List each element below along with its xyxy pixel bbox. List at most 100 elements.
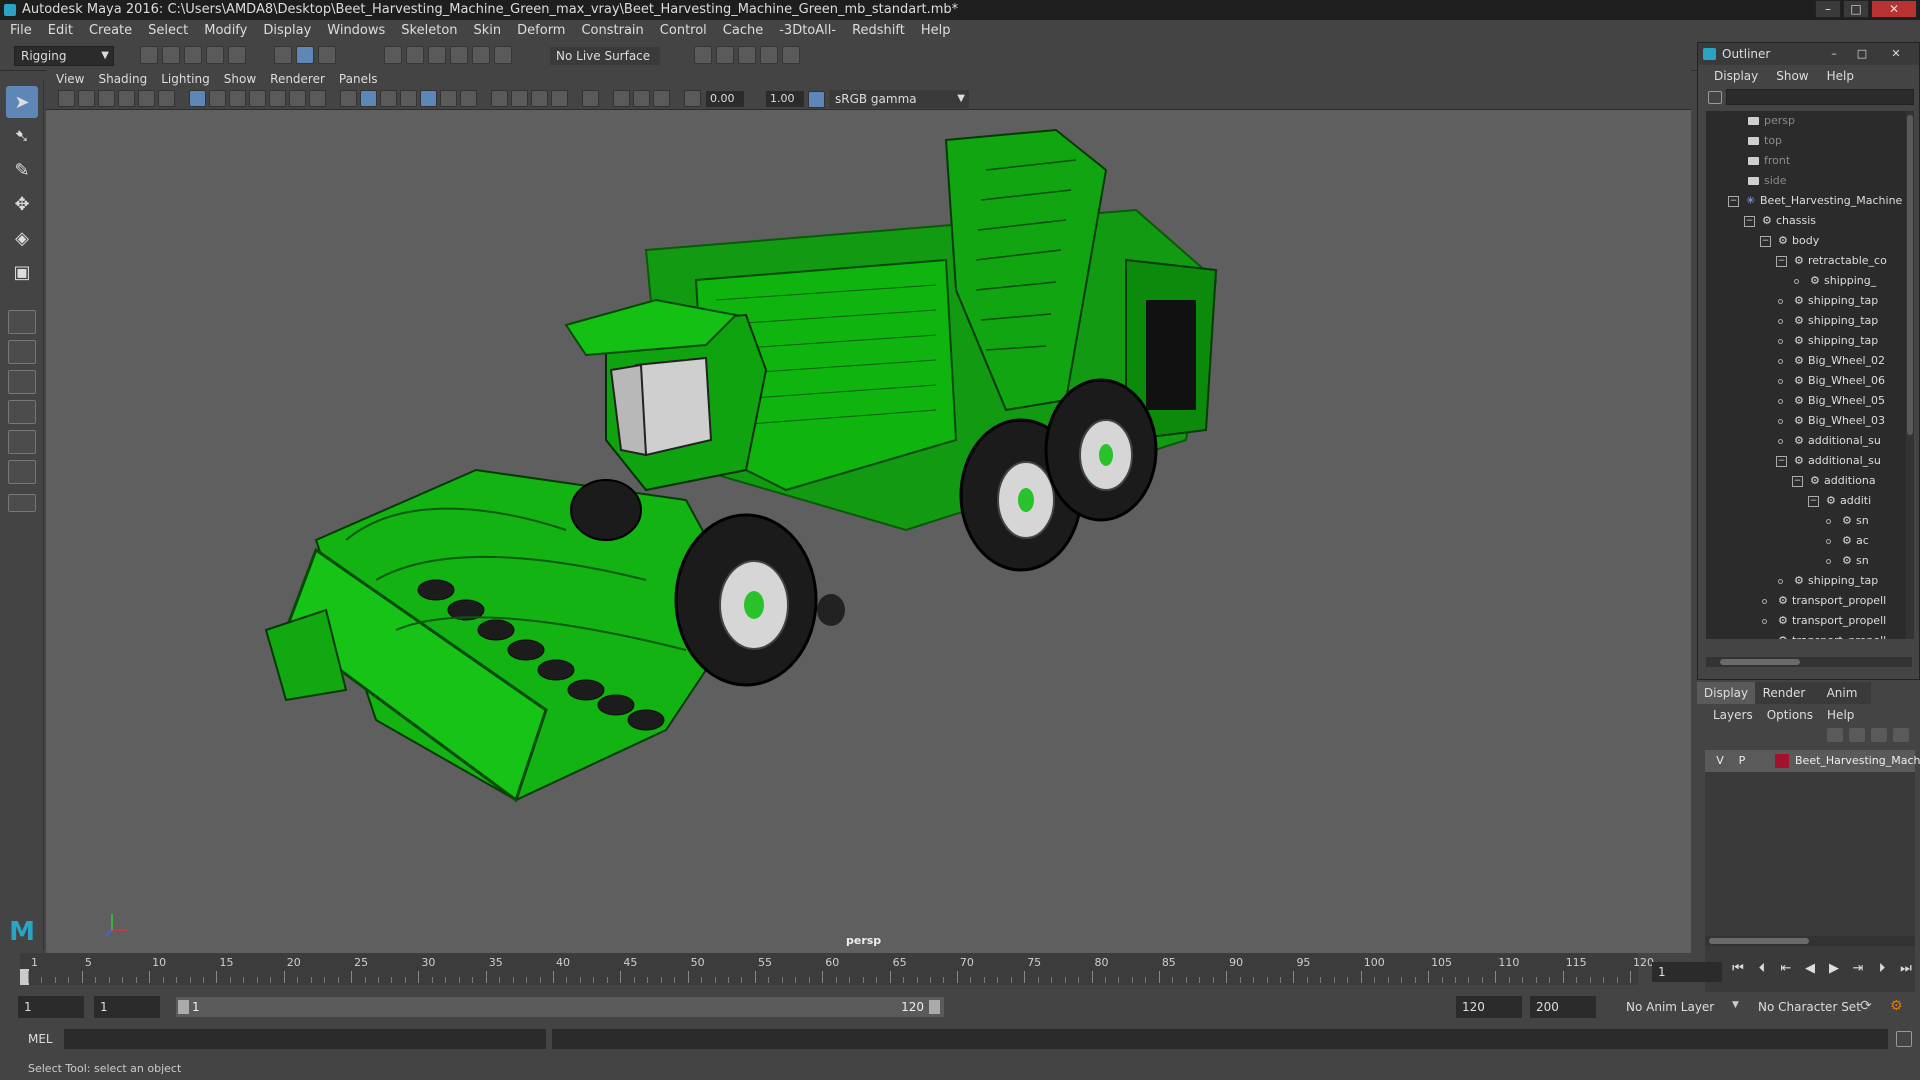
- tab-display[interactable]: Display: [1697, 682, 1755, 704]
- tree-row[interactable]: front: [1706, 151, 1912, 171]
- step-forward-frame-icon[interactable]: ⏵: [1874, 960, 1890, 978]
- vp-menu-panels[interactable]: Panels: [339, 70, 378, 88]
- tree-row[interactable]: − ⚙ additi: [1706, 491, 1912, 511]
- go-to-end-icon[interactable]: ⏭: [1898, 960, 1914, 978]
- vp-menu-renderer[interactable]: Renderer: [270, 70, 325, 88]
- scale-tool-icon[interactable]: ▣: [6, 256, 38, 288]
- tab-render[interactable]: Render: [1755, 682, 1813, 704]
- layer-row[interactable]: V P Beet_Harvesting_Mach: [1705, 750, 1920, 772]
- tree-row[interactable]: ⚙ sn: [1706, 511, 1912, 531]
- snap-view-icon[interactable]: [450, 46, 468, 64]
- menu-skin[interactable]: Skin: [474, 23, 502, 38]
- outliner-vertical-scrollbar[interactable]: [1906, 111, 1914, 639]
- scene-render[interactable]: [46, 110, 1691, 953]
- maximize-button[interactable]: □: [1843, 0, 1869, 18]
- motion-blur-icon[interactable]: [511, 90, 528, 107]
- command-input[interactable]: [64, 1029, 546, 1049]
- textured-icon[interactable]: [420, 90, 437, 107]
- menu-select[interactable]: Select: [148, 23, 188, 38]
- menu-display[interactable]: Display: [263, 23, 311, 38]
- tree-row[interactable]: ⚙ additional_su: [1706, 431, 1912, 451]
- layer-color-swatch[interactable]: [1775, 754, 1789, 768]
- step-back-frame-icon[interactable]: ⏴: [1754, 960, 1770, 978]
- camera-attributes-icon[interactable]: [78, 90, 95, 107]
- tree-row[interactable]: ⚙ shipping_tap: [1706, 311, 1912, 331]
- ol-menu-display[interactable]: Display: [1714, 67, 1758, 85]
- hypershade-icon[interactable]: [782, 46, 800, 64]
- menu-create[interactable]: Create: [89, 23, 132, 38]
- xray-components-icon[interactable]: [653, 90, 670, 107]
- step-forward-key-icon[interactable]: ⇥: [1850, 960, 1866, 978]
- collapse-toggle-icon[interactable]: −: [1776, 256, 1787, 267]
- time-slider[interactable]: 1 5 10 15 20 25 30 35 40 45 50 55 60 65 70 75 80 85 90 95 10…: [20, 953, 1654, 985]
- hypershade-layout-icon[interactable]: [8, 430, 36, 454]
- scrollbar-thumb[interactable]: [1907, 115, 1913, 435]
- snap-surface-icon[interactable]: [472, 46, 490, 64]
- single-perspective-layout-icon[interactable]: [8, 310, 36, 334]
- view-transform-select[interactable]: sRGB gamma ▼: [829, 90, 969, 108]
- exposure-field[interactable]: 0.00: [706, 91, 744, 107]
- collapse-toggle-icon[interactable]: −: [1808, 496, 1819, 507]
- ipr-render-icon[interactable]: [738, 46, 756, 64]
- chevron-down-icon[interactable]: ▼: [1732, 1000, 1739, 1010]
- tree-row[interactable]: side: [1706, 171, 1912, 191]
- current-frame-input[interactable]: 1: [1652, 962, 1722, 982]
- outliner-minimize-button[interactable]: –: [1824, 46, 1844, 62]
- move-layer-down-icon[interactable]: [1849, 728, 1865, 742]
- menu-windows[interactable]: Windows: [327, 23, 385, 38]
- xray-icon[interactable]: [613, 90, 630, 107]
- tree-row[interactable]: ⚙ shipping_: [1706, 271, 1912, 291]
- tree-row[interactable]: persp: [1706, 111, 1912, 131]
- new-layer-selected-icon[interactable]: [1893, 728, 1909, 742]
- preferences-icon[interactable]: ⚙: [1890, 998, 1903, 1014]
- rotate-tool-icon[interactable]: ◈: [6, 222, 38, 254]
- tree-row[interactable]: − ⚙ chassis: [1706, 211, 1912, 231]
- gamma-field[interactable]: 1.00: [766, 91, 804, 107]
- collapse-toggle-icon[interactable]: −: [1776, 456, 1787, 467]
- playback-start-field[interactable]: 1: [94, 996, 160, 1018]
- vp-menu-shading[interactable]: Shading: [98, 70, 147, 88]
- resolution-gate-icon[interactable]: [229, 90, 246, 107]
- auto-key-icon[interactable]: ⟳: [1860, 998, 1872, 1014]
- collapse-toggle-icon[interactable]: −: [1728, 196, 1739, 207]
- filter-icon[interactable]: [1708, 91, 1722, 104]
- vp-menu-view[interactable]: View: [56, 70, 84, 88]
- 2d-pan-zoom-icon[interactable]: [138, 90, 155, 107]
- redo-icon[interactable]: [228, 46, 246, 64]
- film-gate-icon[interactable]: [209, 90, 226, 107]
- persp-graph-hypergraph-layout-icon[interactable]: [8, 460, 36, 484]
- isolate-select-icon[interactable]: [582, 90, 599, 107]
- gate-mask-icon[interactable]: [249, 90, 266, 107]
- select-component-icon[interactable]: [318, 46, 336, 64]
- depth-of-field-icon[interactable]: [551, 90, 568, 107]
- tree-row[interactable]: − ⚙ body: [1706, 231, 1912, 251]
- lasso-tool-icon[interactable]: ➷: [6, 120, 38, 152]
- outliner-horizontal-scrollbar[interactable]: [1706, 657, 1912, 667]
- new-layer-icon[interactable]: [1871, 728, 1887, 742]
- tab-anim[interactable]: Anim: [1813, 682, 1871, 704]
- menu-modify[interactable]: Modify: [204, 23, 247, 38]
- exposure-icon[interactable]: [684, 90, 701, 107]
- field-chart-icon[interactable]: [269, 90, 286, 107]
- script-editor-icon[interactable]: [1896, 1031, 1912, 1047]
- four-view-layout-icon[interactable]: [8, 340, 36, 364]
- ambient-occlusion-icon[interactable]: [491, 90, 508, 107]
- tree-row[interactable]: ⚙ shipping_tap: [1706, 291, 1912, 311]
- custom-layout-icon[interactable]: [8, 494, 36, 512]
- vp-menu-show[interactable]: Show: [224, 70, 256, 88]
- collapse-toggle-icon[interactable]: −: [1792, 476, 1803, 487]
- tree-row[interactable]: − ⚙ retractable_co: [1706, 251, 1912, 271]
- close-button[interactable]: ✕: [1871, 0, 1917, 18]
- anti-aliasing-icon[interactable]: [531, 90, 548, 107]
- shadows-icon[interactable]: [460, 90, 477, 107]
- tree-row[interactable]: top: [1706, 131, 1912, 151]
- collapse-toggle-icon[interactable]: −: [1760, 236, 1771, 247]
- snap-curve-icon[interactable]: [406, 46, 424, 64]
- menu-deform[interactable]: Deform: [517, 23, 565, 38]
- menu-skeleton[interactable]: Skeleton: [401, 23, 457, 38]
- snap-point-icon[interactable]: [428, 46, 446, 64]
- outliner-search-input[interactable]: [1726, 89, 1914, 105]
- tree-row[interactable]: ⚙ ac: [1706, 531, 1912, 551]
- render-view-icon[interactable]: [760, 46, 778, 64]
- use-all-lights-icon[interactable]: [440, 90, 457, 107]
